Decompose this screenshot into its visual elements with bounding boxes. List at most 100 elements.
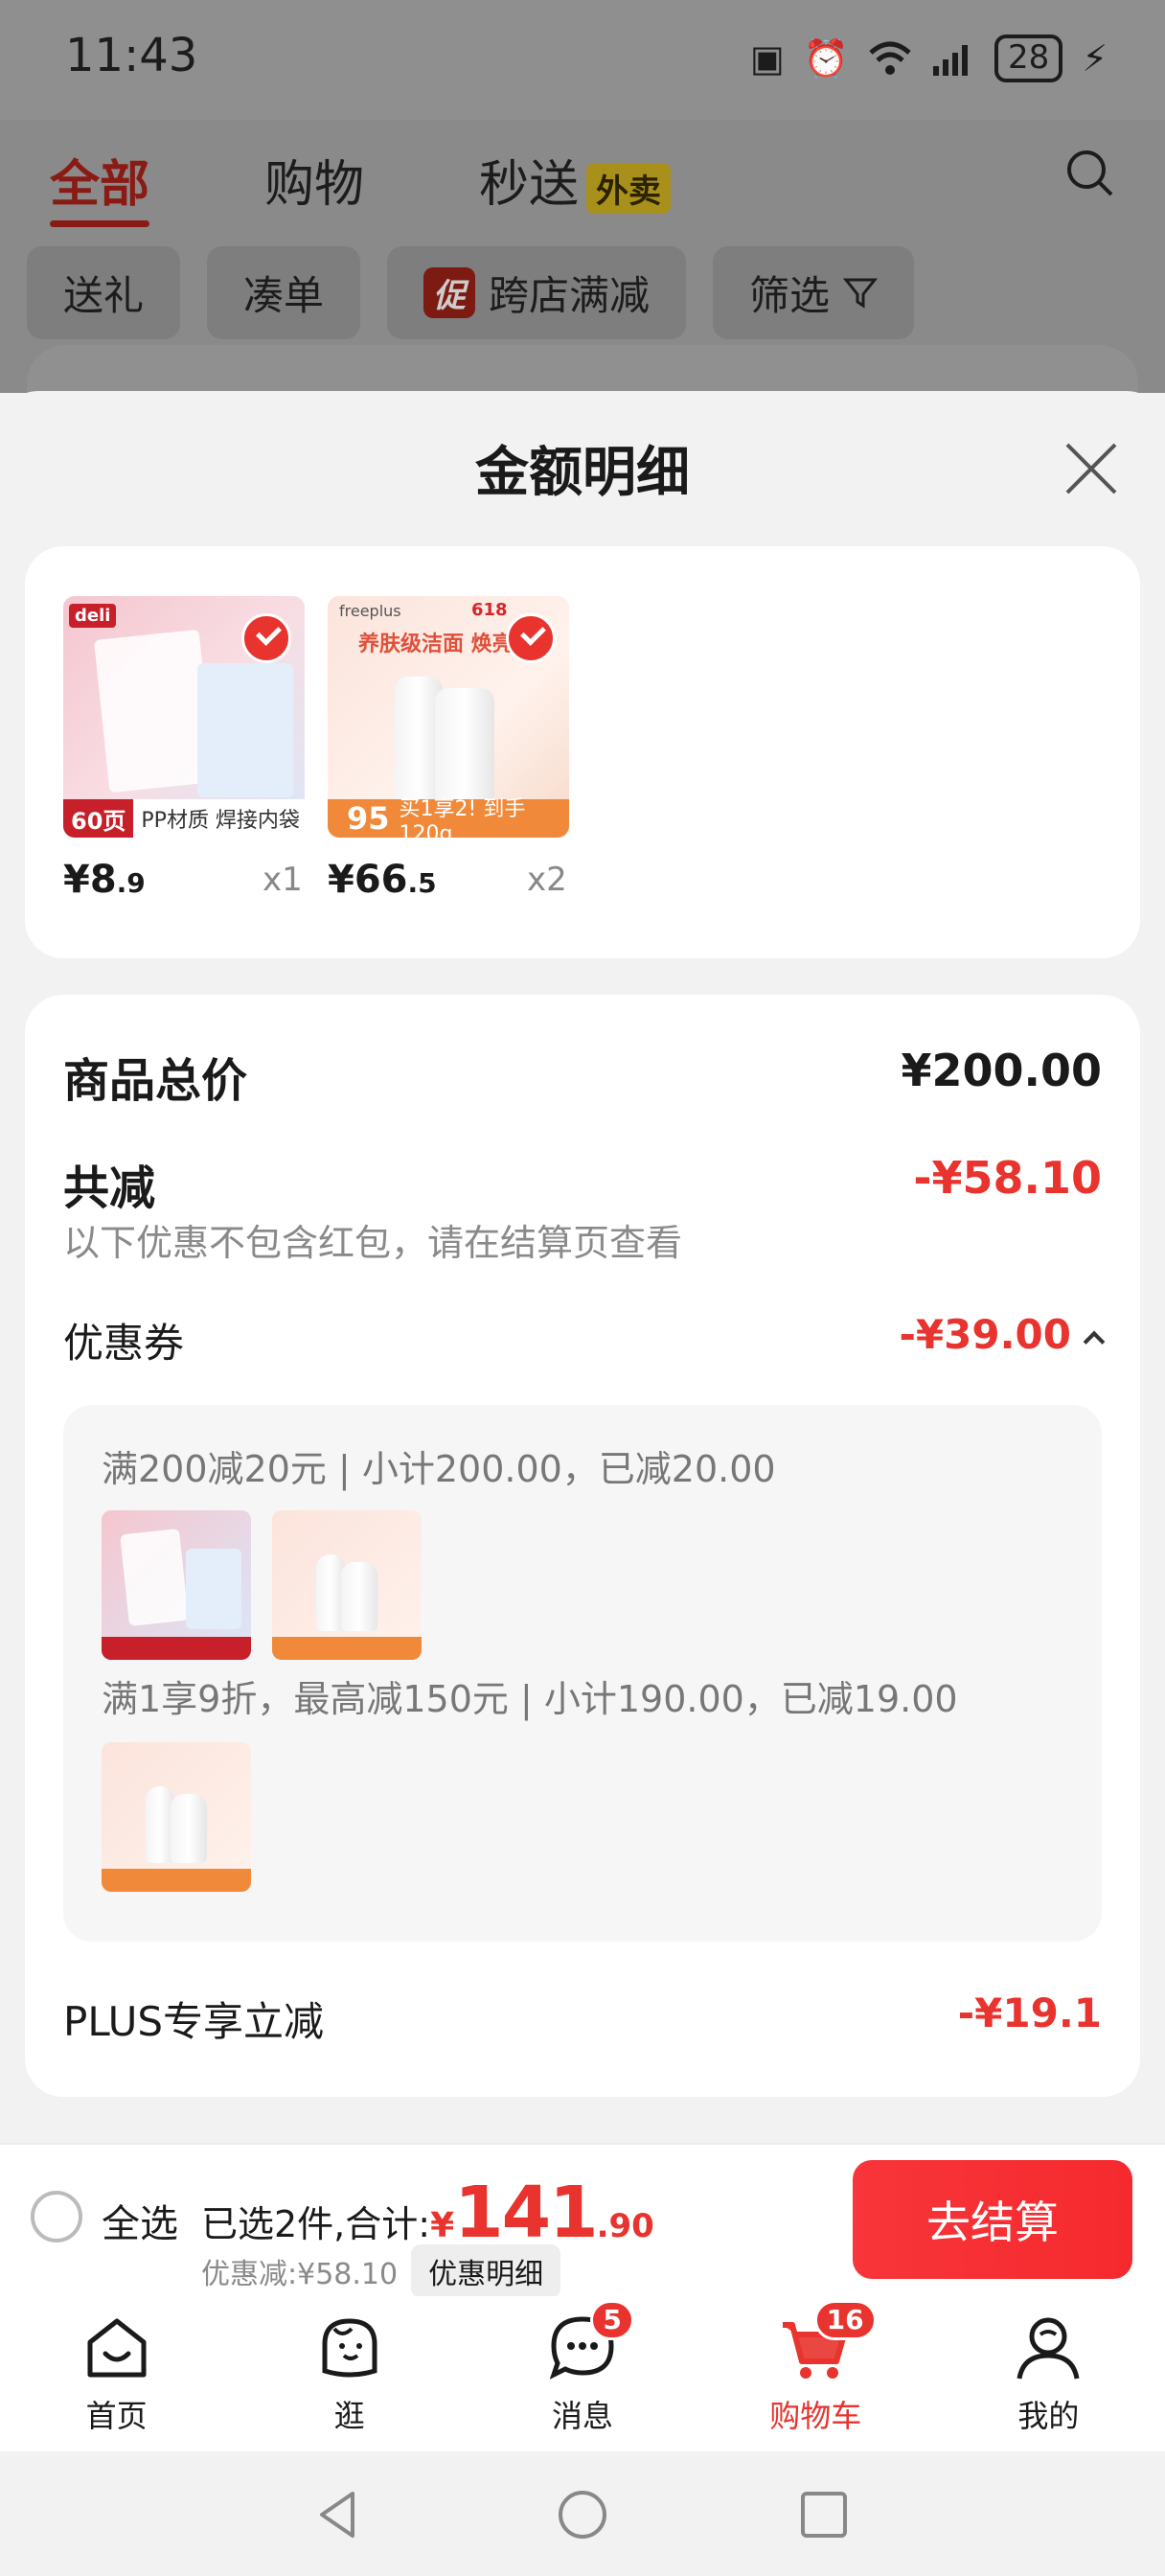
freeplus-logo: freeplus	[339, 602, 401, 620]
savings-row: 优惠减:¥58.10 优惠明细	[201, 2244, 561, 2298]
search-icon[interactable]	[1063, 147, 1115, 198]
coupon-toggle[interactable]: -¥39.00	[899, 1311, 1106, 1358]
chip-filter[interactable]: 筛选	[713, 246, 915, 339]
select-all-radio[interactable]	[31, 2191, 82, 2242]
status-icons: ▣ ⏰ 28 ⚡	[750, 34, 1108, 82]
plus-label: PLUS专享立减	[63, 1998, 325, 2045]
selected-text: 已选2件,合计:	[201, 2203, 431, 2245]
coupon-product-thumb	[102, 1742, 251, 1892]
discount-label: 共减	[63, 1162, 156, 1215]
promo-tag: 促	[423, 267, 476, 318]
coupon-rule: 满1享9折，最高减150元 | 小计190.00，已减19.00	[102, 1678, 958, 1720]
product-image-folder[interactable]: deli 60页 PP材质 焊接内袋	[63, 596, 305, 838]
signal-icon	[933, 45, 969, 76]
discount-detail-button[interactable]: 优惠明细	[411, 2244, 561, 2298]
tab-express[interactable]: 秒送 外卖	[479, 144, 672, 216]
coupon-rule: 满200减20元 | 小计200.00，已减20.00	[102, 1448, 776, 1490]
tab-shopping[interactable]: 购物	[264, 144, 364, 216]
currency-symbol: ¥	[430, 2206, 455, 2245]
home-nav-icon[interactable]	[556, 2488, 609, 2542]
product-image-cleanser[interactable]: freeplus 618 养肤级洁面 焕亮镜 95 买1享2! 到手120g	[328, 596, 569, 838]
checkout-button[interactable]: 去结算	[853, 2160, 1132, 2279]
coupon-product-thumb	[272, 1510, 422, 1660]
close-icon[interactable]	[1062, 439, 1121, 498]
price-detail-card: 商品总价 ¥200.00 共减 -¥58.10 以下优惠不包含红包，请在结算页查…	[25, 995, 1140, 2097]
chip-promo[interactable]: 促跨店满减	[387, 246, 687, 339]
pages-tag: 60页	[63, 799, 134, 838]
folder-sheet	[186, 1549, 241, 1629]
total-dec: .90	[596, 2207, 654, 2245]
selected-check-icon[interactable]	[506, 613, 556, 663]
wifi-icon	[869, 41, 911, 75]
select-all-label[interactable]: 全选	[102, 2193, 178, 2248]
tab-label: 首页	[85, 2398, 148, 2434]
coupon-detail-box: 满200减20元 | 小计200.00，已减20.00 满1享9折，最高减150…	[63, 1405, 1102, 1942]
saved-text: 优惠减:¥58.10	[201, 2258, 399, 2291]
recents-icon[interactable]	[799, 2490, 849, 2540]
cart-badge: 16	[813, 2300, 877, 2340]
thumb-band	[102, 1637, 251, 1660]
nfc-icon: ▣	[749, 37, 785, 80]
total-label: 商品总价	[63, 1054, 248, 1108]
price-dec: .5	[407, 867, 437, 899]
chip-promo-label: 跨店满减	[489, 272, 651, 319]
chip-filter-label: 筛选	[749, 272, 831, 319]
plus-value: -¥19.1	[957, 1990, 1102, 2036]
product-qty: x2	[527, 861, 567, 899]
price-int: ¥66	[328, 858, 408, 902]
chip-combine[interactable]: 凑单	[207, 246, 361, 339]
tab-profile[interactable]: 我的	[932, 2296, 1165, 2451]
folder-sheet	[120, 1529, 189, 1626]
tab-cart[interactable]: 购物车 16	[699, 2296, 932, 2451]
tab-label: 逛	[333, 2398, 365, 2434]
system-nav-bar	[0, 2451, 1165, 2576]
status-bar: 11:43 ▣ ⏰ 28 ⚡	[0, 0, 1165, 120]
price-int: ¥8	[63, 858, 117, 902]
tab-home[interactable]: 首页	[0, 2296, 233, 2451]
background-page: 全部 购物 秒送 外卖 送礼 凑单 促跨店满减 筛选	[0, 120, 1165, 422]
chip-gift[interactable]: 送礼	[27, 246, 181, 339]
checkout-total: 已选2件,合计:¥141.90	[201, 2172, 654, 2254]
thumb-band	[102, 1869, 251, 1892]
product-price: ¥66.5	[328, 858, 437, 902]
charging-icon: ⚡	[1082, 37, 1108, 80]
waimai-badge: 外卖	[586, 162, 672, 214]
browse-icon	[322, 2318, 377, 2378]
profile-icon	[1017, 2317, 1080, 2380]
chevron-up-icon	[1083, 1330, 1106, 1352]
selected-check-icon[interactable]	[241, 613, 291, 663]
folder-sheet	[197, 663, 293, 797]
band-number: 95	[347, 800, 390, 837]
price-dec: .9	[116, 867, 146, 899]
bottom-tab-bar: 首页 逛 消息 5 购物车 16 我的	[0, 2296, 1165, 2451]
cleanser-tube	[341, 1562, 377, 1631]
checkout-bar: 全选 已选2件,合计:¥141.90 优惠减:¥58.10 优惠明细 去结算	[0, 2143, 1165, 2298]
total-value: ¥200.00	[901, 1045, 1102, 1096]
message-badge: 5	[590, 2300, 634, 2340]
cleanser-tube	[435, 688, 494, 801]
discount-note: 以下优惠不包含红包，请在结算页查看	[63, 1222, 683, 1264]
product-qty: x1	[263, 861, 303, 899]
product-price: ¥8.9	[63, 858, 146, 902]
back-icon[interactable]	[312, 2488, 366, 2542]
coupon-value: -¥39.00	[899, 1311, 1071, 1358]
sheet-title: 金额明细	[475, 442, 690, 504]
cleanser-tube	[171, 1794, 207, 1863]
amount-detail-sheet: 金额明细 deli 60页 PP材质 焊接内袋 ¥8.9 x1 freeplus …	[0, 391, 1165, 2145]
tab-browse[interactable]: 逛	[233, 2296, 466, 2451]
thumb-band	[272, 1637, 422, 1660]
product-card: deli 60页 PP材质 焊接内袋 ¥8.9 x1 freeplus 618 养…	[25, 546, 1140, 958]
top-nav: 全部 购物 秒送 外卖	[50, 144, 672, 227]
band-text: PP材质 焊接内袋	[141, 809, 300, 833]
filter-chips: 送礼 凑单 促跨店满减 筛选	[27, 246, 915, 339]
product-band: 60页 PP材质 焊接内袋	[63, 799, 305, 838]
tab-all[interactable]: 全部	[50, 144, 150, 227]
tab-messages[interactable]: 消息 5	[466, 2296, 698, 2451]
funnel-icon	[843, 278, 879, 309]
alarm-icon: ⏰	[803, 36, 850, 80]
total-int: 141	[454, 2172, 598, 2254]
home-icon	[87, 2318, 147, 2378]
product-band: 95 买1享2! 到手120g	[328, 797, 569, 838]
618-label: 618	[471, 600, 508, 620]
discount-value: -¥58.10	[913, 1152, 1102, 1204]
